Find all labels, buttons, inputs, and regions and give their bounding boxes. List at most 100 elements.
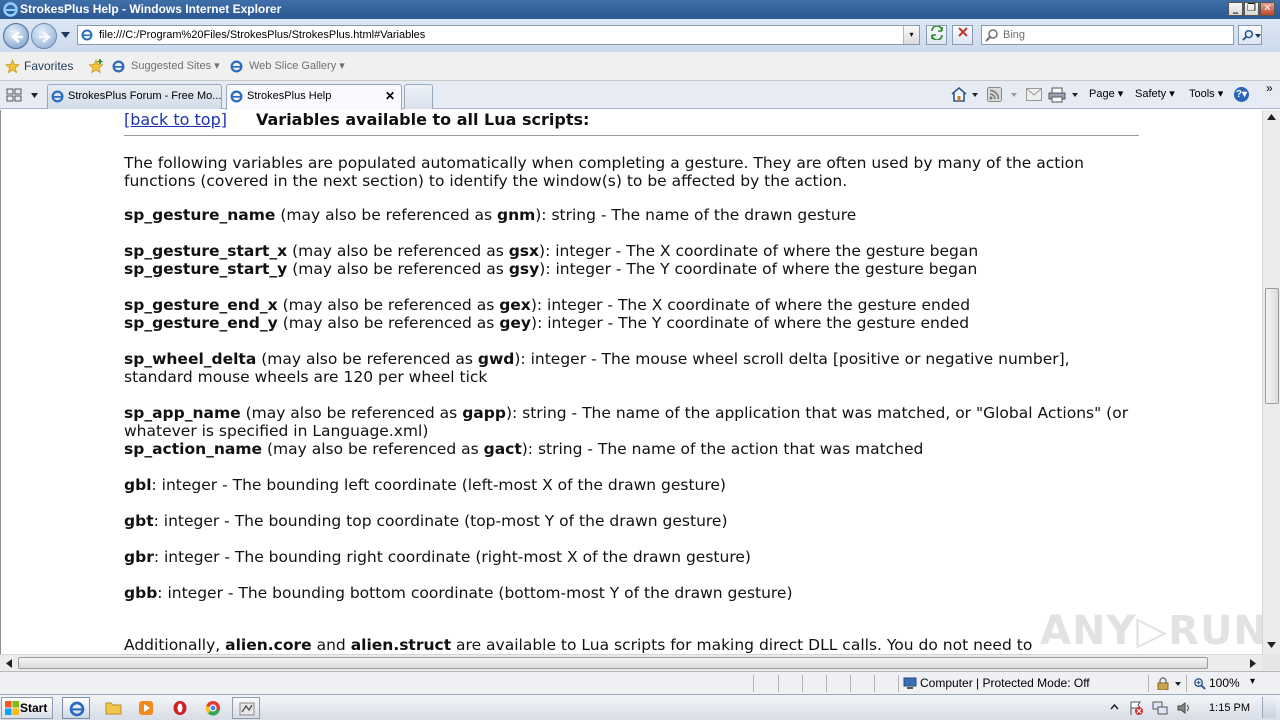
footer-paragraph: Additionally, alien.core and alien.struc… <box>124 636 1033 654</box>
protected-mode-lock-icon[interactable] <box>1156 677 1170 690</box>
volume-icon[interactable] <box>1176 700 1192 716</box>
address-field[interactable]: file:///C:/Program%20Files/StrokesPlus/S… <box>77 25 920 45</box>
ie-page-icon <box>81 29 93 41</box>
tab-bar: StrokesPlus Forum - Free Mo... StrokesPl… <box>0 81 1280 110</box>
vertical-scroll-thumb[interactable] <box>1265 288 1279 404</box>
quick-tabs-icon[interactable] <box>6 88 22 102</box>
close-window-button[interactable]: ✕ <box>1260 2 1275 16</box>
search-field[interactable]: Bing <box>981 25 1234 45</box>
start-label: Start <box>20 701 48 715</box>
back-to-top-link[interactable]: [back to top] <box>124 111 227 129</box>
media-player-icon <box>139 701 153 715</box>
help-menu[interactable]: ?▾ <box>1234 87 1249 102</box>
search-button[interactable] <box>1238 25 1262 45</box>
chrome-icon <box>205 701 220 716</box>
taskbar-media-player-button[interactable] <box>133 697 161 719</box>
taskbar-explorer-button[interactable] <box>100 697 128 719</box>
section-heading: Variables available to all Lua scripts: <box>256 110 590 129</box>
tab-strokesplus-forum[interactable]: StrokesPlus Forum - Free Mo... <box>47 84 222 109</box>
status-bar: Computer | Protected Mode: Off 100% ▾ <box>0 671 1280 694</box>
variable-entry: sp_gesture_start_y (may also be referenc… <box>124 260 978 278</box>
anyrun-watermark: ANY▷RUN <box>1040 608 1268 654</box>
stop-icon <box>957 27 968 37</box>
windows-taskbar: Start 1:15 PM <box>0 694 1280 720</box>
feeds-dropdown-icon[interactable] <box>1011 93 1017 97</box>
scroll-down-arrow-icon[interactable] <box>1267 642 1276 648</box>
show-hidden-icons-icon[interactable] <box>1110 703 1119 712</box>
forward-arrow-icon <box>39 31 51 43</box>
page-menu[interactable]: Page ▾ <box>1089 81 1123 108</box>
read-mail-icon[interactable] <box>1026 88 1042 101</box>
vertical-scrollbar[interactable] <box>1262 110 1280 654</box>
windows-logo-icon <box>5 701 19 715</box>
recent-pages-dropdown-icon[interactable] <box>61 32 70 38</box>
ie-page-icon <box>230 60 243 73</box>
search-placeholder: Bing <box>1003 29 1026 41</box>
refresh-icon <box>930 25 943 41</box>
print-dropdown-icon[interactable] <box>1072 93 1078 97</box>
scroll-right-arrow-icon[interactable] <box>1250 659 1256 668</box>
favorites-bar: Favorites Suggested Sites ▾ Web Slice Ga… <box>0 52 1280 81</box>
window-title-bar[interactable]: StrokesPlus Help - Windows Internet Expl… <box>0 0 1280 19</box>
safety-menu[interactable]: Safety ▾ <box>1135 81 1175 108</box>
tab-strokesplus-help[interactable]: StrokesPlus Help ✕ <box>226 84 402 110</box>
action-center-flag-icon[interactable] <box>1128 700 1144 716</box>
add-to-favorites-bar-icon[interactable] <box>88 58 105 75</box>
taskbar-opera-button[interactable] <box>166 697 194 719</box>
zoom-level[interactable]: 100% <box>1209 676 1240 690</box>
show-desktop-button[interactable] <box>1262 697 1276 718</box>
back-button[interactable] <box>3 23 29 49</box>
search-icon <box>1242 29 1254 41</box>
forward-button[interactable] <box>31 23 57 49</box>
variable-entry: sp_wheel_delta (may also be referenced a… <box>124 350 1070 386</box>
horizontal-scrollbar[interactable] <box>0 654 1262 671</box>
address-url[interactable]: file:///C:/Program%20Files/StrokesPlus/S… <box>99 26 425 44</box>
ie-page-icon <box>230 90 243 103</box>
variable-entry: sp_action_name (may also be referenced a… <box>124 440 924 458</box>
home-dropdown-icon[interactable] <box>972 93 978 97</box>
minimize-button[interactable]: _ <box>1228 2 1243 16</box>
taskbar-ie-button[interactable] <box>62 697 90 719</box>
variable-entry: gbr: integer - The bounding right coordi… <box>124 548 751 566</box>
security-zone-label[interactable]: Computer | Protected Mode: Off <box>920 676 1090 690</box>
refresh-button[interactable] <box>926 25 947 45</box>
network-icon[interactable] <box>1152 700 1168 716</box>
page-content: [back to top] Variables available to all… <box>0 110 1262 654</box>
ie-page-icon <box>51 90 64 103</box>
tab-label: StrokesPlus Forum - Free Mo... <box>68 90 222 102</box>
taskbar-strokesplus-button[interactable] <box>232 697 260 719</box>
ie-logo-icon <box>3 2 18 17</box>
search-options-dropdown-icon <box>1255 34 1261 38</box>
internet-explorer-icon <box>69 701 85 717</box>
rss-feeds-icon[interactable] <box>987 87 1002 102</box>
scroll-up-arrow-icon[interactable] <box>1267 114 1276 120</box>
clock[interactable]: 1:15 PM <box>1209 695 1250 721</box>
maximize-button[interactable]: ❐ <box>1244 2 1259 16</box>
search-provider-icon <box>985 29 998 42</box>
variable-entry: gbb: integer - The bounding bottom coord… <box>124 584 793 602</box>
protected-mode-dropdown-icon[interactable] <box>1175 682 1181 686</box>
chevron-more-icon[interactable]: » <box>1266 75 1273 102</box>
intro-paragraph: The following variables are populated au… <box>124 154 1084 190</box>
start-button[interactable]: Start <box>1 697 53 719</box>
scroll-left-arrow-icon[interactable] <box>6 659 12 668</box>
stop-button[interactable] <box>952 25 973 45</box>
new-tab-button[interactable] <box>404 84 433 109</box>
tools-menu[interactable]: Tools ▾ <box>1189 81 1223 108</box>
variable-entry: sp_gesture_end_y (may also be referenced… <box>124 314 970 332</box>
favorites-label: Favorites <box>24 59 74 73</box>
ie-page-icon <box>112 60 125 73</box>
taskbar-chrome-button[interactable] <box>199 697 227 719</box>
window-title: StrokesPlus Help - Windows Internet Expl… <box>20 2 282 16</box>
zoom-dropdown-button[interactable]: ▾ <box>1250 676 1255 687</box>
address-dropdown-button[interactable]: ▾ <box>903 26 919 44</box>
print-icon[interactable] <box>1048 87 1066 103</box>
tab-list-dropdown-icon[interactable] <box>31 93 38 98</box>
back-arrow-icon <box>11 31 23 43</box>
horizontal-scroll-thumb[interactable] <box>18 657 1208 669</box>
variable-entry: sp_gesture_name (may also be referenced … <box>124 206 857 224</box>
suggested-sites-label: Suggested Sites ▾ <box>131 60 220 72</box>
home-icon[interactable] <box>950 86 968 103</box>
zoom-icon[interactable] <box>1193 677 1206 690</box>
close-tab-button[interactable]: ✕ <box>385 85 395 108</box>
